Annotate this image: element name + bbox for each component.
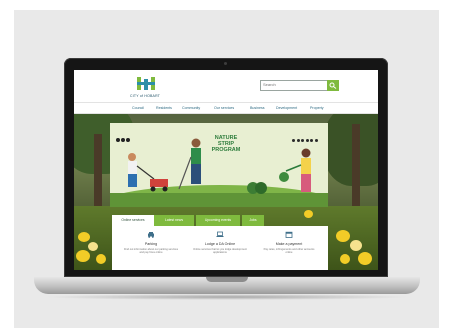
background-tree [324, 114, 378, 186]
social-links [116, 129, 131, 147]
service-card-desc: Online services that let you lodge devel… [193, 248, 247, 255]
carousel-dot[interactable] [301, 139, 304, 142]
daffodil [336, 230, 350, 242]
gardener-watering-illustration [279, 148, 311, 192]
carousel-dot[interactable] [310, 139, 313, 142]
daffodil [78, 232, 90, 242]
daffodil [350, 240, 362, 251]
nature-strip-banner[interactable]: NATURE STRIP PROGRAM [110, 123, 328, 207]
tab-latest-news[interactable]: Latest news [154, 215, 194, 226]
tab-online-services[interactable]: Online services [112, 215, 154, 226]
carousel-dot[interactable] [296, 139, 300, 142]
nav-item-residents[interactable]: Residents [156, 106, 172, 110]
carousel-dot[interactable] [314, 139, 318, 142]
service-card-desc: Pay rates, infringements and other accou… [263, 248, 315, 255]
laptop-lid: CITY of HOBART Council Residents Communi… [64, 58, 388, 277]
nav-item-community[interactable]: Community [182, 106, 200, 110]
online-services-panel: Parking Find out information about our p… [112, 226, 328, 270]
laptop-base [34, 277, 420, 294]
service-card-title: Lodge a DA Online [204, 242, 236, 246]
nav-item-council[interactable]: Council [132, 106, 144, 110]
daffodil [88, 242, 98, 251]
laptop-notch [206, 277, 248, 282]
nav-item-property[interactable]: Property [310, 106, 324, 110]
search-button[interactable] [327, 80, 339, 91]
facebook-icon[interactable] [116, 138, 120, 142]
gardener-mowing-illustration [128, 153, 168, 192]
gardener-trimming-illustration [178, 138, 201, 190]
laptop-shadow [44, 294, 410, 300]
webcam-icon [224, 62, 227, 65]
nav-item-business[interactable]: Business [250, 106, 265, 110]
twitter-icon[interactable] [121, 138, 125, 142]
nav-item-development[interactable]: Development [276, 106, 297, 110]
service-card[interactable]: Parking Find out information about our p… [118, 231, 184, 270]
daffodil [358, 252, 372, 265]
daffodil [96, 254, 106, 264]
service-card-desc: Find out information about our parking s… [123, 248, 179, 255]
search-input[interactable] [263, 82, 323, 87]
nav-item-our-services[interactable]: Our services [214, 106, 234, 110]
shrub-illustration [247, 182, 267, 194]
logo-text: CITY of HOBART [130, 94, 161, 98]
city-logo-icon[interactable] [134, 76, 160, 92]
daffodil [76, 250, 90, 262]
services-tabs: Online services Latest news Upcoming eve… [112, 215, 318, 226]
carousel-dot[interactable] [292, 139, 295, 142]
search-icon [329, 82, 337, 89]
search-box[interactable] [260, 80, 328, 91]
service-card-title: Make a payment [275, 242, 303, 246]
service-card-title: Parking [144, 242, 158, 246]
carousel-dot[interactable] [305, 139, 309, 142]
tab-jobs[interactable]: Jobs [242, 215, 264, 226]
calendar-icon [285, 231, 293, 238]
laptop-icon [216, 231, 224, 237]
daffodil [340, 254, 350, 264]
service-card[interactable]: Lodge a DA Online Online services that l… [187, 231, 253, 270]
carousel-dots [292, 129, 319, 147]
instagram-icon[interactable] [126, 138, 130, 142]
hero-section: NATURE STRIP PROGRAM Online services Lat… [74, 114, 378, 270]
laptop-screen: CITY of HOBART Council Residents Communi… [74, 70, 378, 270]
main-nav: Council Residents Community Our services… [74, 102, 378, 114]
tab-upcoming-events[interactable]: Upcoming events [196, 215, 240, 226]
site-header: CITY of HOBART [74, 70, 378, 102]
car-icon [148, 232, 154, 238]
service-card[interactable]: Make a payment Pay rates, infringements … [256, 231, 322, 270]
